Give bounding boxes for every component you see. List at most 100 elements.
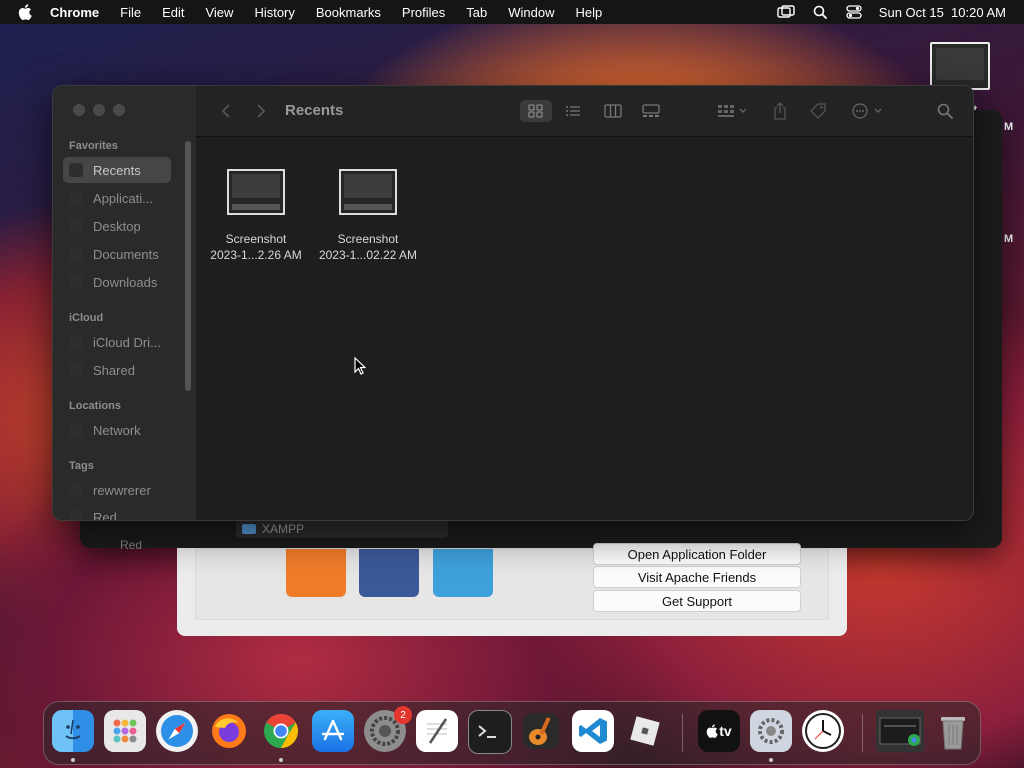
tag-icon: [809, 102, 827, 120]
sidebar-item-documents[interactable]: Documents: [63, 241, 171, 267]
apple-menu-icon[interactable]: [16, 3, 34, 21]
desktop-screenshot-thumbnail[interactable]: [930, 42, 990, 90]
vscode-icon[interactable]: [572, 710, 614, 752]
sidebar-tag-rewwrerer[interactable]: rewwrerer: [63, 477, 171, 503]
trash-icon[interactable]: [932, 710, 974, 752]
launchpad-icon[interactable]: [104, 710, 146, 752]
menu-app-name[interactable]: Chrome: [50, 5, 99, 20]
xampp-logo-icon[interactable]: [286, 549, 346, 597]
more-actions-button[interactable]: [848, 100, 888, 122]
desktop-icon: [69, 219, 83, 233]
column-view-button[interactable]: [600, 100, 626, 122]
group-grid-icon: [717, 104, 747, 118]
garageband-icon[interactable]: [520, 710, 562, 752]
finder-content-area[interactable]: Screenshot 2023-1...2.26 AM Screenshot 2…: [196, 137, 973, 520]
download-icon: [69, 275, 83, 289]
sidebar-item-network[interactable]: Network: [63, 417, 171, 443]
mouse-cursor-icon: [354, 356, 367, 380]
document-icon: [69, 247, 83, 261]
background-folder-label: XAMPP: [262, 522, 305, 536]
sidebar-tag-red[interactable]: Red: [63, 504, 171, 520]
menu-window[interactable]: Window: [508, 5, 554, 20]
get-support-button[interactable]: Get Support: [593, 590, 801, 612]
minimize-window-button[interactable]: [93, 104, 105, 116]
list-icon: [565, 105, 581, 117]
menu-history[interactable]: History: [254, 5, 294, 20]
forward-button[interactable]: [251, 100, 271, 122]
apple-tv-icon[interactable]: tv: [698, 710, 740, 752]
clock-icon[interactable]: [802, 710, 844, 752]
finder-icon[interactable]: [52, 710, 94, 752]
share-button[interactable]: [768, 100, 792, 122]
facebook-logo-icon[interactable]: [359, 549, 419, 597]
tag-dot-icon: [69, 483, 83, 497]
close-window-button[interactable]: [73, 104, 85, 116]
sidebar-scrollbar[interactable]: [185, 141, 191, 391]
finder-window[interactable]: Favorites Recents Applicati... Desktop D…: [52, 85, 974, 521]
screen-mirroring-icon[interactable]: [777, 4, 795, 20]
search-button[interactable]: [932, 100, 958, 122]
running-indicator: [71, 758, 75, 762]
sidebar-item-icloud-drive[interactable]: iCloud Dri...: [63, 329, 171, 355]
visit-apache-friends-button[interactable]: Visit Apache Friends: [593, 566, 801, 588]
cloud-icon: [69, 335, 83, 349]
shared-folder-icon: [69, 363, 83, 377]
dock-separator: [682, 714, 683, 752]
chrome-icon[interactable]: [260, 710, 302, 752]
sidebar-item-downloads[interactable]: Downloads: [63, 269, 171, 295]
menu-tab[interactable]: Tab: [466, 5, 487, 20]
terminal-icon[interactable]: [468, 710, 512, 754]
xampp-window[interactable]: Open Application Folder Visit Apache Fri…: [177, 543, 847, 636]
sidebar-header-favorites: Favorites: [69, 140, 118, 152]
list-view-button[interactable]: [560, 100, 586, 122]
firefox-icon[interactable]: [208, 710, 250, 752]
gallery-view-button[interactable]: [638, 100, 664, 122]
sidebar-item-desktop[interactable]: Desktop: [63, 213, 171, 239]
file-thumbnail[interactable]: [227, 169, 285, 215]
background-tag-red[interactable]: Red: [120, 538, 142, 552]
sidebar-header-tags: Tags: [69, 460, 94, 472]
roblox-icon[interactable]: [624, 710, 666, 752]
menu-bar: Chrome File Edit View History Bookmarks …: [0, 0, 1024, 24]
apple-tv-label: tv: [719, 723, 732, 739]
control-center-icon[interactable]: [845, 4, 863, 20]
safari-icon[interactable]: [156, 710, 198, 752]
menu-profiles[interactable]: Profiles: [402, 5, 445, 20]
sidebar-item-applications[interactable]: Applicati...: [63, 185, 171, 211]
folder-icon: [242, 524, 256, 534]
file-thumbnail[interactable]: [339, 169, 397, 215]
xampp-panel: Open Application Folder Visit Apache Fri…: [195, 543, 829, 620]
textedit-icon[interactable]: [416, 710, 458, 752]
system-preferences-icon[interactable]: [750, 710, 792, 752]
zoom-window-button[interactable]: [113, 104, 125, 116]
twitter-logo-icon[interactable]: [433, 549, 493, 597]
menu-bookmarks[interactable]: Bookmarks: [316, 5, 381, 20]
window-controls: [73, 104, 125, 116]
menu-view[interactable]: View: [205, 5, 233, 20]
chrome-window-icon[interactable]: [876, 710, 924, 752]
menu-clock[interactable]: Sun Oct 15 10:20 AM: [879, 5, 1006, 20]
spotlight-search-icon[interactable]: [811, 4, 829, 20]
menu-file[interactable]: File: [120, 5, 141, 20]
window-title: Recents: [285, 102, 344, 119]
background-folder-row[interactable]: XAMPP: [236, 520, 448, 538]
icon-view-button[interactable]: [520, 100, 552, 122]
tag-button[interactable]: [806, 100, 830, 122]
file-item[interactable]: Screenshot 2023-1...02.22 AM: [308, 169, 428, 263]
sidebar-item-shared[interactable]: Shared: [63, 357, 171, 383]
app-store-icon[interactable]: [312, 710, 354, 752]
file-item[interactable]: Screenshot 2023-1...2.26 AM: [196, 169, 316, 263]
notification-badge: 2: [394, 706, 412, 724]
desktop-time-fragment-2: M: [1004, 233, 1014, 245]
gallery-icon: [642, 104, 660, 118]
share-icon: [773, 102, 787, 120]
group-by-button[interactable]: [712, 100, 752, 122]
sidebar-item-recents[interactable]: Recents: [63, 157, 171, 183]
desktop-time-fragment-1: M: [1004, 121, 1014, 133]
chevron-right-icon: [256, 103, 266, 119]
clock-icon: [69, 163, 83, 177]
back-button[interactable]: [216, 100, 236, 122]
menu-edit[interactable]: Edit: [162, 5, 184, 20]
menu-help[interactable]: Help: [576, 5, 603, 20]
open-application-folder-button[interactable]: Open Application Folder: [593, 543, 801, 565]
